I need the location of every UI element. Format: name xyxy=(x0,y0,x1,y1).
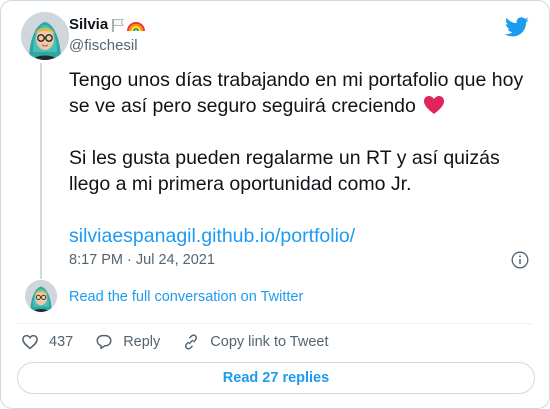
copy-link-button[interactable]: Copy link to Tweet xyxy=(182,333,329,351)
link-icon xyxy=(185,334,198,350)
tweet-paragraph-1: Tengo unos días trabajando en mi portafo… xyxy=(69,67,539,119)
info-icon[interactable] xyxy=(511,251,529,269)
action-bar: 437 Reply Copy link to Tweet xyxy=(21,331,351,353)
tweet-body: Tengo unos días trabajando en mi portafo… xyxy=(69,67,539,249)
twitter-bird-icon[interactable] xyxy=(505,15,529,39)
author-display-name[interactable]: Silvia xyxy=(69,15,108,35)
like-button[interactable]: 437 xyxy=(21,333,73,351)
tweet-text-line1: Tengo unos días trabajando en mi portafo… xyxy=(69,69,524,117)
read-replies-button[interactable]: Read 27 replies xyxy=(17,362,535,394)
white-flag-icon xyxy=(112,19,124,32)
red-heart-icon xyxy=(424,96,445,114)
tweet-paragraph-3: silviaespanagil.github.io/portfolio/ xyxy=(69,223,539,249)
avatar-illustration xyxy=(21,12,69,60)
rainbow-icon xyxy=(127,22,146,32)
like-count: 437 xyxy=(49,334,74,350)
name-emojis xyxy=(111,17,146,33)
reply-button[interactable]: Reply xyxy=(95,333,160,351)
reply-bubble-icon xyxy=(96,334,112,350)
tweet-timestamp[interactable]: 8:17 PM · Jul 24, 2021 xyxy=(69,250,215,270)
read-conversation-link[interactable]: Read the full conversation on Twitter xyxy=(69,287,303,307)
tweet-paragraph-2: Si les gusta pueden regalarme un RT y as… xyxy=(69,147,500,195)
thread-line xyxy=(40,63,42,279)
author-avatar[interactable] xyxy=(21,12,69,60)
avatar-illustration xyxy=(25,280,57,312)
reply-label: Reply xyxy=(123,334,161,350)
portfolio-link[interactable]: silviaespanagil.github.io/portfolio/ xyxy=(69,225,355,247)
conversation-avatar[interactable] xyxy=(25,280,57,312)
author-info: Silvia @fischesil xyxy=(69,15,146,56)
author-handle[interactable]: @fischesil xyxy=(69,36,145,56)
heart-outline-icon xyxy=(22,334,38,350)
author-name-row[interactable]: Silvia xyxy=(69,15,146,35)
copy-link-label: Copy link to Tweet xyxy=(210,334,329,350)
divider xyxy=(17,323,533,324)
tweet-card: Silvia @fischesil Tengo unos días trabaj… xyxy=(0,0,550,409)
